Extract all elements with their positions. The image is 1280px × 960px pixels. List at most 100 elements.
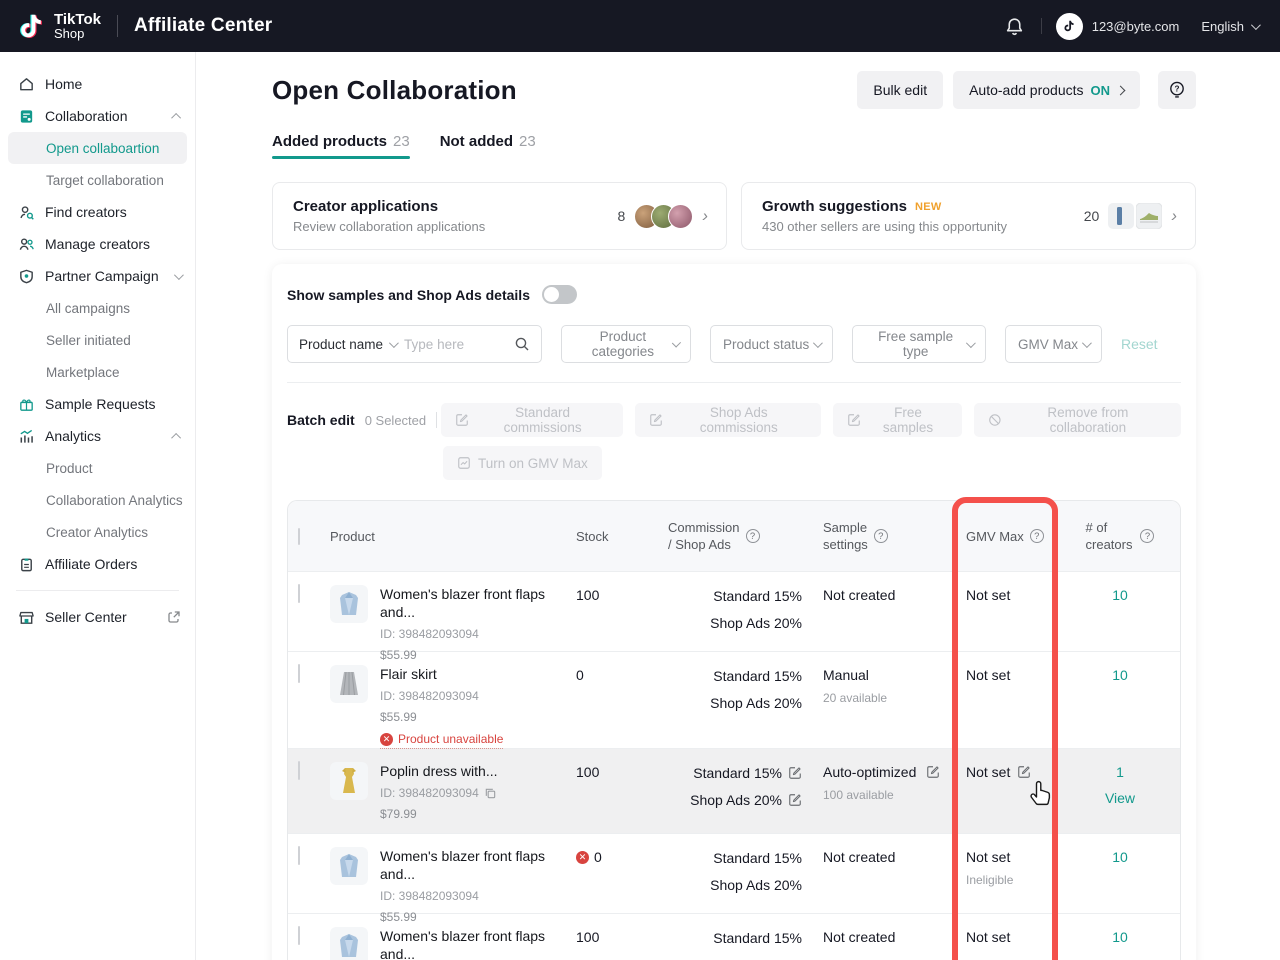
tab-not-added[interactable]: Not added 23 [440,133,536,159]
row-checkbox[interactable] [298,926,300,945]
sidebar-item-partner-campaign[interactable]: Partner Campaign [0,260,195,292]
sidebar-item-creator-analytics[interactable]: Creator Analytics [0,516,195,548]
creators-count-link[interactable]: 10 [1112,587,1128,603]
growth-suggestions-card[interactable]: Growth suggestions NEW 430 other sellers… [741,182,1196,250]
column-header-creators: # ofcreators [1060,519,1180,553]
creators-count-link[interactable]: 10 [1112,849,1128,865]
sidebar-item-seller-center[interactable]: Seller Center [0,601,195,633]
creator-applications-card[interactable]: Creator applications Review collaboratio… [272,182,727,250]
table-row[interactable]: Women's blazer front flaps and... ID: 39… [288,571,1180,651]
suggestions-count: 20 [1084,208,1100,224]
edit-icon[interactable] [788,793,802,807]
table-row[interactable]: Women's blazer front flaps and... ID: 39… [288,833,1180,913]
filter-product-categories[interactable]: Product categories [561,325,691,363]
creators-count-link[interactable]: 10 [1112,667,1128,683]
row-checkbox[interactable] [298,846,300,865]
remove-from-collaboration-button[interactable]: Remove from collaboration [974,403,1181,437]
bulk-edit-button[interactable]: Bulk edit [857,71,943,109]
batch-edit-label: Batch edit [287,412,355,428]
filter-free-sample-type[interactable]: Free sample type [852,325,986,363]
edit-icon [455,413,469,427]
product-price: $55.99 [380,648,576,662]
free-samples-button[interactable]: Free samples [833,403,962,437]
sidebar-item-seller-initiated[interactable]: Seller initiated [0,324,195,356]
help-icon[interactable] [1030,529,1044,543]
help-icon[interactable] [874,529,888,543]
chevron-right-icon [1171,207,1177,226]
product-image-blazer [330,927,368,960]
product-id: ID: 398482093094 [380,627,576,641]
row-checkbox[interactable] [298,584,300,603]
filter-label: GMV Max [1018,337,1078,352]
sidebar-item-target-collaboration[interactable]: Target collaboration [0,164,195,196]
auto-add-label: Auto-add products [969,82,1083,98]
reset-filters-link[interactable]: Reset [1121,336,1158,352]
creators-count-link[interactable]: 1 [1116,764,1124,780]
account-menu[interactable]: 123@byte.com [1056,13,1180,40]
row-checkbox[interactable] [298,761,300,780]
button-label: Standard commissions [476,405,610,435]
sidebar-item-manage-creators[interactable]: Manage creators [0,228,195,260]
sidebar-item-collaboration[interactable]: Collaboration [0,100,195,132]
notifications-button[interactable] [1003,14,1027,38]
product-unavailable-badge[interactable]: Product unavailable [380,732,503,749]
sidebar-item-analytics[interactable]: Analytics [0,420,195,452]
copy-icon[interactable] [484,787,497,800]
batch-divider [436,412,437,428]
product-image-dress [330,762,368,800]
brand-text: TikTok Shop [54,12,101,41]
button-label: Free samples [868,405,948,435]
filter-gmv-max[interactable]: GMV Max [1005,325,1102,363]
sidebar-item-marketplace[interactable]: Marketplace [0,356,195,388]
shop-ads-commissions-button[interactable]: Shop Ads commissions [635,403,821,437]
select-all-checkbox[interactable] [298,528,300,545]
sidebar-item-home[interactable]: Home [0,68,195,100]
shop-ads-commission: Shop Ads 20% [710,956,802,960]
filter-product-status[interactable]: Product status [710,325,833,363]
creators-count-link[interactable]: 10 [1112,929,1128,945]
sidebar-item-label: Creator Analytics [46,525,148,540]
show-details-toggle[interactable] [542,285,577,304]
sidebar-item-product-analytics[interactable]: Product [0,452,195,484]
standard-commissions-button[interactable]: Standard commissions [441,403,624,437]
language-selector[interactable]: English [1201,19,1258,34]
sidebar-item-label: Affiliate Orders [45,556,181,572]
search-category-select[interactable]: Product name [299,337,396,352]
edit-icon[interactable] [1017,765,1031,779]
sidebar-item-label: All campaigns [46,301,130,316]
sidebar-item-label: Target collaboration [46,173,164,188]
standard-commission: Standard 15% [713,849,802,867]
sidebar-item-affiliate-orders[interactable]: Affiliate Orders [0,548,195,580]
sidebar-item-open-collaboration[interactable]: Open collaboartion [8,132,187,164]
table-row-hovered[interactable]: Poplin dress with... ID: 398482093094 $7… [288,748,1180,833]
product-price: $55.99 [380,910,576,924]
view-link[interactable]: View [1060,790,1180,806]
help-tips-button[interactable]: ? [1158,71,1196,109]
stock-error-icon [576,851,589,864]
column-header-gmv-max: GMV Max [954,528,1060,545]
auto-add-products-button[interactable]: Auto-add products ON [953,71,1140,109]
error-icon [380,733,393,746]
edit-icon[interactable] [926,765,940,779]
prohibit-icon [988,413,1002,427]
turn-on-gmv-max-button[interactable]: Turn on GMV Max [443,446,602,480]
help-icon[interactable] [746,529,760,543]
row-checkbox[interactable] [298,664,300,683]
find-creators-icon [18,204,35,221]
sneaker-thumbnail [1136,203,1162,229]
sidebar-item-find-creators[interactable]: Find creators [0,196,195,228]
sidebar-item-sample-requests[interactable]: Sample Requests [0,388,195,420]
stock-value: 100 [576,762,666,780]
tab-added-products[interactable]: Added products 23 [272,133,410,159]
help-icon[interactable] [1140,529,1154,543]
sidebar-item-all-campaigns[interactable]: All campaigns [0,292,195,324]
search-input[interactable] [404,337,506,352]
table-row[interactable]: Flair skirt ID: 398482093094 $55.99 Prod… [288,651,1180,748]
edit-icon[interactable] [788,766,802,780]
gmv-max-value: Not set [966,849,1010,865]
button-label: Remove from collaboration [1009,405,1167,435]
tiktok-shop-logo[interactable]: TikTok Shop [16,9,101,43]
language-label: English [1201,19,1244,34]
sidebar-item-collaboration-analytics[interactable]: Collaboration Analytics [0,484,195,516]
products-table: Product Stock Commission/ Shop Ads Sampl… [287,500,1181,960]
